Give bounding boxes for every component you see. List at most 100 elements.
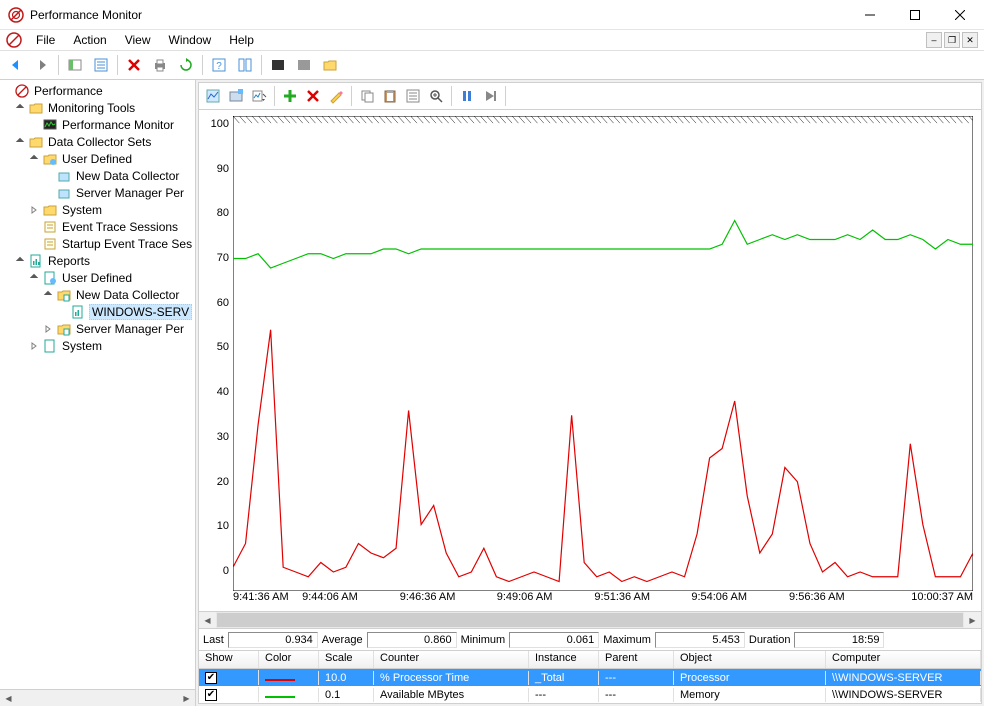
scroll-left-button[interactable]: ◀ — [199, 612, 216, 628]
change-graph-button[interactable] — [248, 85, 270, 107]
col-color[interactable]: Color — [259, 651, 319, 668]
x-axis: 9:41:36 AM9:44:06 AM9:46:36 AM9:49:06 AM… — [203, 591, 973, 609]
update-button[interactable] — [479, 85, 501, 107]
highlight-button[interactable] — [325, 85, 347, 107]
tree-server-manager-perf[interactable]: Server Manager Per — [0, 184, 195, 201]
col-scale[interactable]: Scale — [319, 651, 374, 668]
table-row[interactable]: ✔0.1Available MBytes------Memory\\WINDOW… — [199, 686, 981, 703]
tree-monitoring-tools[interactable]: Monitoring Tools — [0, 99, 195, 116]
menu-view[interactable]: View — [117, 31, 159, 49]
collapse-icon[interactable] — [14, 136, 26, 148]
tree-user-defined[interactable]: User Defined — [0, 150, 195, 167]
collapse-icon[interactable] — [28, 272, 40, 284]
zoom-button[interactable] — [425, 85, 447, 107]
show-checkbox[interactable]: ✔ — [205, 672, 217, 684]
properties-button[interactable] — [402, 85, 424, 107]
view-log-button[interactable] — [225, 85, 247, 107]
y-tick: 60 — [203, 297, 229, 309]
tree-reports-system[interactable]: System — [0, 337, 195, 354]
stat-dur-value: 18:59 — [794, 632, 884, 648]
expand-icon[interactable] — [28, 340, 40, 352]
col-show[interactable]: Show — [199, 651, 259, 668]
tree-reports[interactable]: Reports — [0, 252, 195, 269]
col-instance[interactable]: Instance — [529, 651, 599, 668]
tree-new-data-collector[interactable]: New Data Collector — [0, 167, 195, 184]
scroll-track[interactable] — [216, 612, 964, 628]
mdi-close-button[interactable]: ✕ — [962, 32, 978, 48]
tree-data-collector-sets[interactable]: Data Collector Sets — [0, 133, 195, 150]
stat-avg-value: 0.860 — [367, 632, 457, 648]
expand-icon[interactable] — [28, 204, 40, 216]
stat-last-value: 0.934 — [228, 632, 318, 648]
menu-action[interactable]: Action — [65, 31, 114, 49]
col-parent[interactable]: Parent — [599, 651, 674, 668]
add-counter-button[interactable] — [279, 85, 301, 107]
view-current-button[interactable] — [202, 85, 224, 107]
scroll-right-button[interactable]: ▶ — [178, 690, 195, 706]
collapse-icon[interactable] — [42, 289, 54, 301]
collapse-icon[interactable] — [14, 102, 26, 114]
table-row[interactable]: ✔10.0% Processor Time_Total---Processor\… — [199, 669, 981, 686]
scroll-thumb[interactable] — [217, 613, 963, 627]
folder-button[interactable] — [318, 53, 342, 77]
y-tick: 40 — [203, 386, 229, 398]
mdi-minimize-button[interactable]: – — [926, 32, 942, 48]
main-toolbar: ? — [0, 50, 984, 80]
tree-event-trace[interactable]: Event Trace Sessions — [0, 218, 195, 235]
show-checkbox[interactable]: ✔ — [205, 689, 217, 701]
freeze-button[interactable] — [456, 85, 478, 107]
show-hide-tree-button[interactable] — [63, 53, 87, 77]
mdi-restore-button[interactable]: ❐ — [944, 32, 960, 48]
paste-button[interactable] — [379, 85, 401, 107]
tree-report-windows-server[interactable]: WINDOWS-SERV — [0, 303, 195, 320]
folder-icon — [28, 134, 44, 150]
scroll-track[interactable] — [17, 690, 178, 706]
minimize-button[interactable] — [847, 0, 892, 29]
menu-window[interactable]: Window — [161, 31, 220, 49]
menu-file[interactable]: File — [28, 31, 63, 49]
delete-button[interactable] — [122, 53, 146, 77]
scroll-right-button[interactable]: ▶ — [964, 612, 981, 628]
remove-counter-button[interactable] — [302, 85, 324, 107]
copy-button[interactable] — [356, 85, 378, 107]
col-object[interactable]: Object — [674, 651, 826, 668]
col-counter[interactable]: Counter — [374, 651, 529, 668]
gray-icon[interactable] — [292, 53, 316, 77]
dark-icon[interactable] — [266, 53, 290, 77]
trace-icon — [42, 219, 58, 235]
chart-horizontal-scrollbar[interactable]: ◀ ▶ — [198, 612, 982, 629]
tree-horizontal-scrollbar[interactable]: ◀ ▶ — [0, 689, 195, 706]
properties-button[interactable] — [89, 53, 113, 77]
tile-button[interactable] — [233, 53, 257, 77]
refresh-button[interactable] — [174, 53, 198, 77]
menu-help[interactable]: Help — [221, 31, 262, 49]
tree-reports-smp[interactable]: Server Manager Per — [0, 320, 195, 337]
cell-computer: \\WINDOWS-SERVER — [826, 688, 981, 702]
tree-label: Server Manager Per — [74, 186, 186, 200]
close-button[interactable] — [937, 0, 982, 29]
forward-button[interactable] — [30, 53, 54, 77]
tree-root[interactable]: Performance — [0, 82, 195, 99]
tree-system[interactable]: System — [0, 201, 195, 218]
maximize-button[interactable] — [892, 0, 937, 29]
counter-table: Show Color Scale Counter Instance Parent… — [198, 651, 982, 704]
print-button[interactable] — [148, 53, 172, 77]
help-button[interactable]: ? — [207, 53, 231, 77]
tree-performance-monitor[interactable]: Performance Monitor — [0, 116, 195, 133]
back-button[interactable] — [4, 53, 28, 77]
tree-label: User Defined — [60, 152, 134, 166]
tree-label: New Data Collector — [74, 288, 181, 302]
expand-icon[interactable] — [42, 323, 54, 335]
tree-reports-user-defined[interactable]: User Defined — [0, 269, 195, 286]
collapse-icon[interactable] — [14, 255, 26, 267]
collapse-icon[interactable] — [28, 153, 40, 165]
tree-reports-ndc[interactable]: New Data Collector — [0, 286, 195, 303]
col-computer[interactable]: Computer — [826, 651, 981, 668]
tree-startup-event-trace[interactable]: Startup Event Trace Ses — [0, 235, 195, 252]
plot-area[interactable] — [233, 116, 973, 591]
cell-parent: --- — [599, 671, 674, 685]
tree[interactable]: Performance Monitoring Tools Performance… — [0, 80, 195, 689]
collapse-icon[interactable] — [0, 85, 12, 97]
stat-min-value: 0.061 — [509, 632, 599, 648]
scroll-left-button[interactable]: ◀ — [0, 690, 17, 706]
